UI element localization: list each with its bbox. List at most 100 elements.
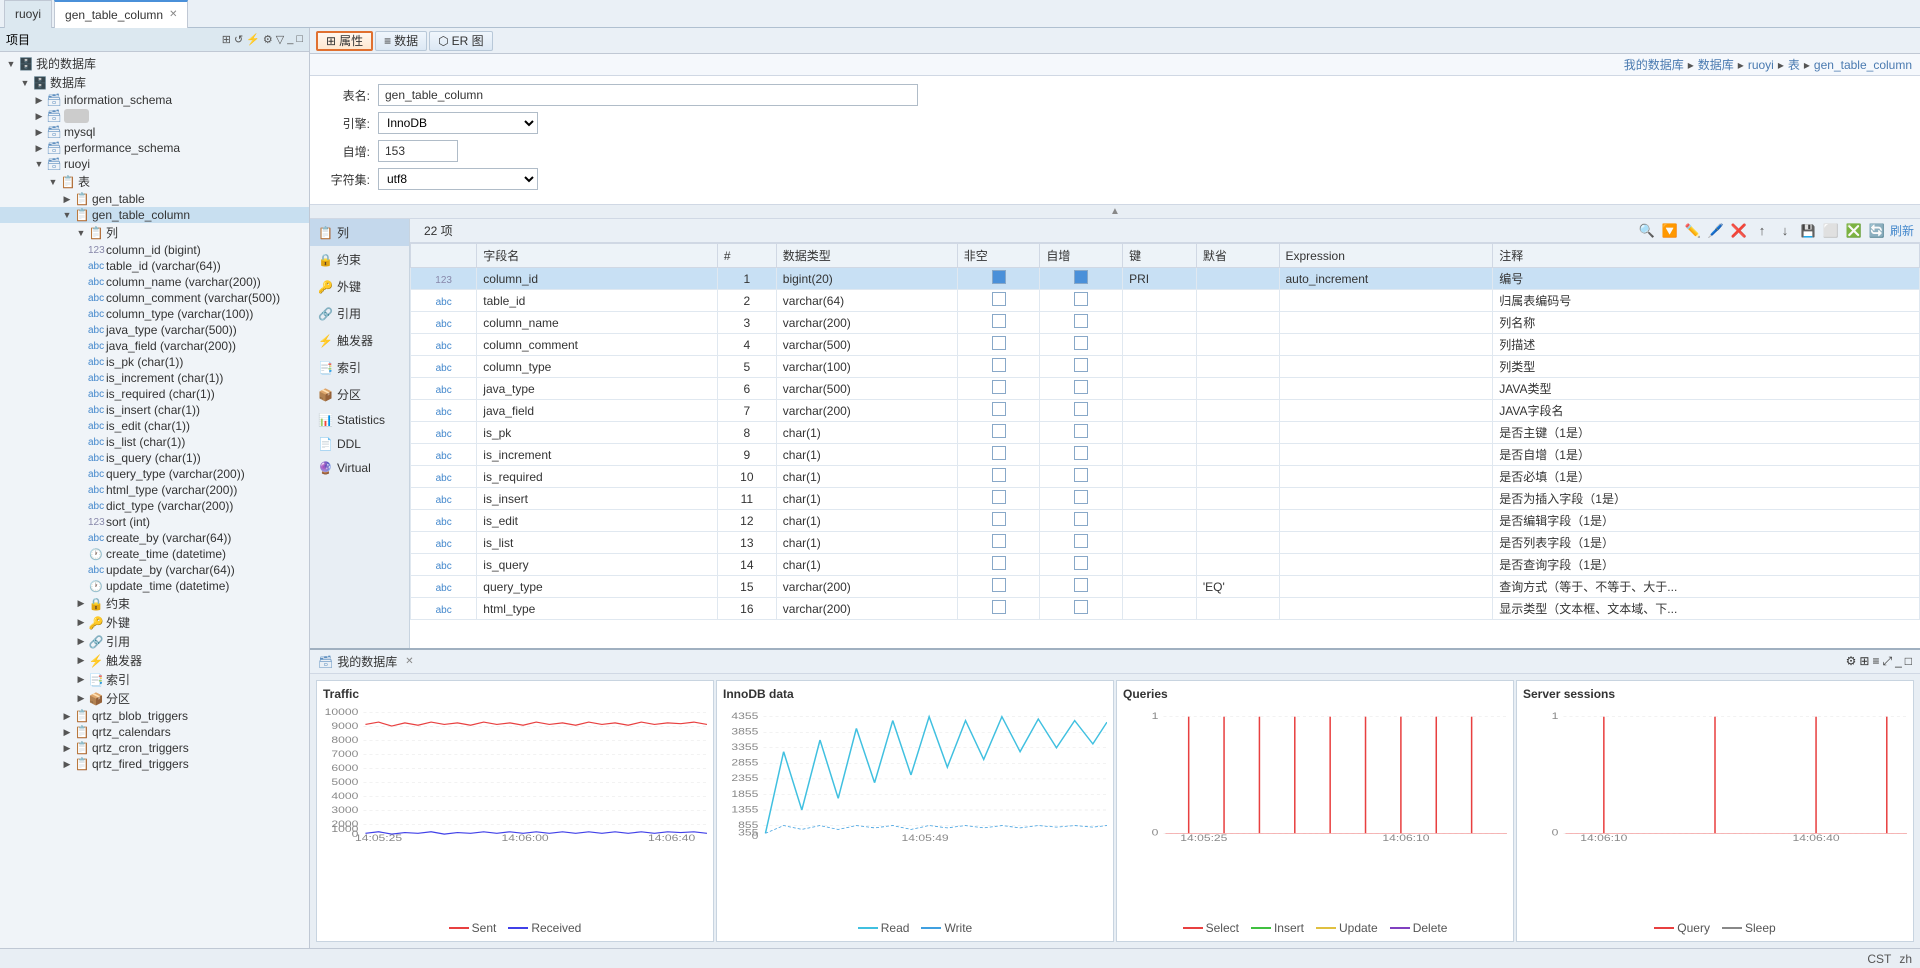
section-columns[interactable]: 📋 列 [310,219,409,246]
save-action-icon[interactable]: 💾 [1798,221,1818,241]
tab-ruoyi[interactable]: ruoyi [4,0,52,28]
table-row[interactable]: abc query_type 15 varchar(200) 'EQ' 查询方式… [411,576,1920,598]
down-action-icon[interactable]: ↓ [1775,221,1795,241]
tree-col-update-by[interactable]: abc update_by (varchar(64)) [0,562,309,578]
row-notnull-checkbox[interactable] [992,314,1006,328]
row-notnull-checkbox[interactable] [992,402,1006,416]
tree-col-is-insert[interactable]: abc is_insert (char(1)) [0,402,309,418]
dashboard-min-icon[interactable]: _ [1895,654,1902,669]
section-statistics[interactable]: 📊 Statistics [310,408,409,432]
refresh-action-icon[interactable]: 🔄 [1867,221,1887,241]
sidebar-connect-icon[interactable]: ⚡ [246,33,260,46]
tree-col-table-id[interactable]: abc table_id (varchar(64)) [0,258,309,274]
tree-col-is-required[interactable]: abc is_required (char(1)) [0,386,309,402]
table-name-input[interactable] [378,84,918,106]
tree-qrtz-blob[interactable]: ▶ 📋 qrtz_blob_triggers [0,708,309,724]
row-notnull-checkbox[interactable] [992,600,1006,614]
tree-info-schema[interactable]: ▶ 🗃 information_schema [0,92,309,108]
row-autoinc-checkbox[interactable] [1074,446,1088,460]
tree-tables[interactable]: ▼ 📋 表 [0,172,309,191]
row-autoinc-checkbox[interactable] [1074,534,1088,548]
scroll-up-icon[interactable]: ▲ [1110,206,1120,217]
tree-col-column-comment[interactable]: abc column_comment (varchar(500)) [0,290,309,306]
row-autoinc-checkbox[interactable] [1074,358,1088,372]
row-autoinc-checkbox[interactable] [1074,556,1088,570]
tree-col-is-increment[interactable]: abc is_increment (char(1)) [0,370,309,386]
row-notnull-checkbox[interactable] [992,578,1006,592]
sidebar-max-icon[interactable]: □ [296,33,303,46]
row-notnull-checkbox[interactable] [992,512,1006,526]
filter-action-icon[interactable]: 🔽 [1660,221,1680,241]
tree-col-is-list[interactable]: abc is_list (char(1)) [0,434,309,450]
dashboard-settings-icon[interactable]: ⚙ [1846,654,1857,669]
section-ddl[interactable]: 📄 DDL [310,432,409,456]
copy-action-icon[interactable]: ⬜ [1821,221,1841,241]
table-row[interactable]: abc java_field 7 varchar(200) JAVA字段名 [411,400,1920,422]
row-autoinc-checkbox[interactable] [1074,292,1088,306]
sidebar-settings-icon[interactable]: ⚙ [263,33,273,46]
table-row[interactable]: abc is_required 10 char(1) 是否必填（1是） [411,466,1920,488]
er-btn[interactable]: ⬡ ER 图 [429,31,493,51]
breadcrumb-databases[interactable]: 数据库 [1698,56,1734,73]
tree-databases[interactable]: ▼ 🗄️ 数据库 [0,73,309,92]
tree-col-html-type[interactable]: abc html_type (varchar(200)) [0,482,309,498]
tree-ruoyi[interactable]: ▼ 🗃 ruoyi [0,156,309,172]
tree-mydb[interactable]: ▼ 🗄️ 我的数据库 [0,54,309,73]
up-action-icon[interactable]: ↑ [1752,221,1772,241]
dashboard-close-tab[interactable]: ✕ [405,656,413,667]
tree-col-column-id[interactable]: 123 column_id (bigint) [0,242,309,258]
row-autoinc-checkbox[interactable] [1074,600,1088,614]
tree-blurred[interactable]: ▶ 🗃 •••••• [0,108,309,124]
table-row[interactable]: abc is_edit 12 char(1) 是否编辑字段（1是） [411,510,1920,532]
dashboard-grid-icon[interactable]: ⊞ [1859,654,1869,669]
tree-foreign-keys-node[interactable]: ▶ 🔑 外键 [0,613,309,632]
sidebar-min-icon[interactable]: _ [287,33,293,46]
tree-col-column-type[interactable]: abc column_type (varchar(100)) [0,306,309,322]
properties-btn[interactable]: ⊞ 属性 [316,31,373,51]
breadcrumb-mydb[interactable]: 我的数据库 [1624,56,1684,73]
tree-qrtz-fired[interactable]: ▶ 📋 qrtz_fired_triggers [0,756,309,772]
breadcrumb-gen-table-column[interactable]: gen_table_column [1814,58,1912,72]
dashboard-list-icon[interactable]: ≡ [1872,654,1879,669]
tree-col-dict-type[interactable]: abc dict_type (varchar(200)) [0,498,309,514]
row-notnull-checkbox[interactable] [992,380,1006,394]
section-virtual[interactable]: 🔮 Virtual [310,456,409,480]
cancel-action-icon[interactable]: ❎ [1844,221,1864,241]
sidebar-collapse-icon[interactable]: ⊞ [222,33,231,46]
engine-select[interactable]: InnoDB [378,112,538,134]
row-autoinc-checkbox[interactable] [1074,336,1088,350]
row-autoinc-checkbox[interactable] [1074,402,1088,416]
section-constraints[interactable]: 🔒 约束 [310,246,409,273]
table-row[interactable]: abc column_name 3 varchar(200) 列名称 [411,312,1920,334]
section-indexes[interactable]: 📑 索引 [310,354,409,381]
tree-indexes-node[interactable]: ▶ 📑 索引 [0,670,309,689]
table-row[interactable]: 123 column_id 1 bigint(20) PRI auto_incr… [411,268,1920,290]
table-row[interactable]: abc is_increment 9 char(1) 是否自增（1是） [411,444,1920,466]
row-autoinc-checkbox[interactable] [1074,468,1088,482]
table-row[interactable]: abc column_type 5 varchar(100) 列类型 [411,356,1920,378]
tree-qrtz-cals[interactable]: ▶ 📋 qrtz_calendars [0,724,309,740]
tree-columns-node[interactable]: ▼ 📋 列 [0,223,309,242]
row-autoinc-checkbox[interactable] [1074,490,1088,504]
row-autoinc-checkbox[interactable] [1074,314,1088,328]
breadcrumb-tables[interactable]: 表 [1788,56,1800,73]
tree-triggers-node[interactable]: ▶ ⚡ 触发器 [0,651,309,670]
tree-perf-schema[interactable]: ▶ 🗃 performance_schema [0,140,309,156]
table-row[interactable]: abc column_comment 4 varchar(500) 列描述 [411,334,1920,356]
section-foreign-keys[interactable]: 🔑 外键 [310,273,409,300]
tree-qrtz-cron[interactable]: ▶ 📋 qrtz_cron_triggers [0,740,309,756]
table-row[interactable]: abc is_list 13 char(1) 是否列表字段（1是） [411,532,1920,554]
tree-col-column-name[interactable]: abc column_name (varchar(200)) [0,274,309,290]
table-row[interactable]: abc is_pk 8 char(1) 是否主键（1是） [411,422,1920,444]
autoinc-input[interactable] [378,140,458,162]
tree-partitions-node[interactable]: ▶ 📦 分区 [0,689,309,708]
tree-col-is-pk[interactable]: abc is_pk (char(1)) [0,354,309,370]
data-btn[interactable]: ≡ 数据 [375,31,427,51]
tree-gen-table[interactable]: ▶ 📋 gen_table [0,191,309,207]
dashboard-max-icon[interactable]: □ [1905,654,1912,669]
tab-gen-table-column[interactable]: gen_table_column ✕ [54,0,188,28]
row-autoinc-checkbox[interactable] [1074,380,1088,394]
edit-action-icon[interactable]: ✏️ [1683,221,1703,241]
row-notnull-checkbox[interactable] [992,534,1006,548]
table-row[interactable]: abc table_id 2 varchar(64) 归属表编码号 [411,290,1920,312]
